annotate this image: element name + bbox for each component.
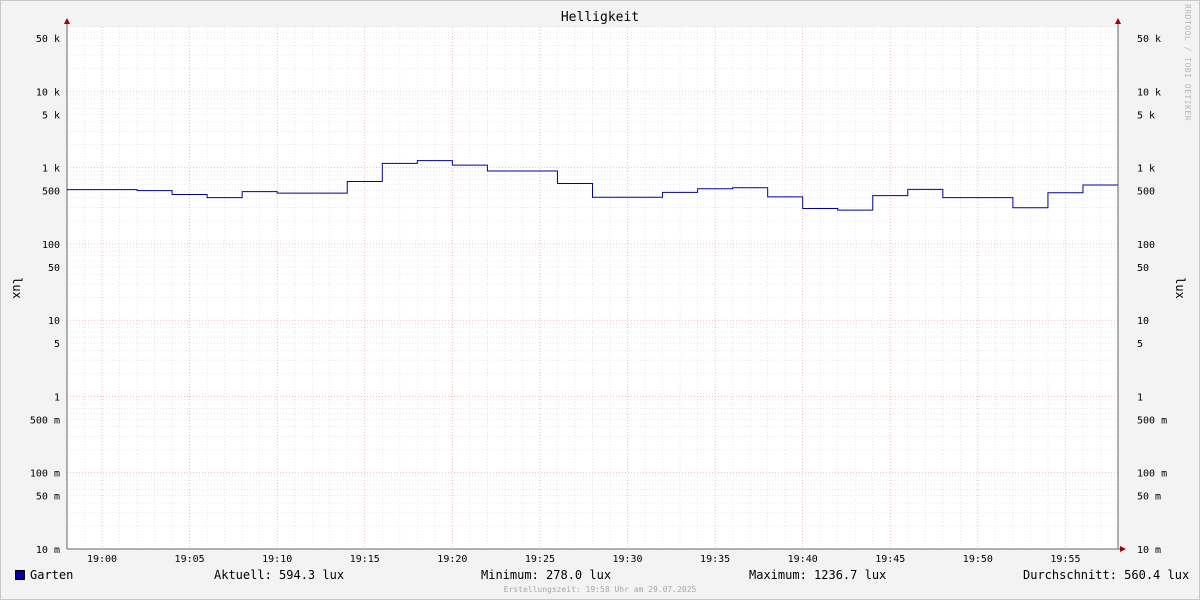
y-tick-labels-right: 50 k 10 k 5 k 1 k 500 100 50 10 5 1 500 m 100 m 50 m… bbox=[1137, 34, 1167, 556]
y-tick-label-left: 50 bbox=[48, 263, 60, 274]
legend-average: Durchschnitt: 560.4 lux bbox=[1023, 568, 1190, 582]
y-tick-label-left: 10 m bbox=[36, 545, 60, 556]
y-tick-label-left: 1 k bbox=[42, 164, 60, 175]
x-tick-label: 19:25 bbox=[525, 554, 555, 565]
y-tick-label-right: 500 m bbox=[1137, 415, 1167, 426]
legend-maximum: Maximum: 1236.7 lux bbox=[749, 568, 887, 582]
y-tick-label-left: 5 k bbox=[42, 110, 60, 121]
x-tick-label: 19:55 bbox=[1050, 554, 1080, 565]
x-axis-arrow bbox=[1120, 546, 1126, 552]
legend-row: Garten Aktuell: 594.3 lux Minimum: 278.0… bbox=[0, 568, 1200, 584]
y-tick-label-right: 50 m bbox=[1137, 492, 1161, 503]
legend-current: Aktuell: 594.3 lux bbox=[214, 568, 345, 582]
y-tick-label-left: 1 bbox=[54, 392, 60, 403]
x-tick-label: 19:50 bbox=[963, 554, 993, 565]
x-tick-label: 19:45 bbox=[875, 554, 905, 565]
legend-series-name: Garten bbox=[30, 568, 74, 582]
y-tick-label-right: 10 k bbox=[1137, 87, 1161, 98]
y-tick-label-right: 1 k bbox=[1137, 164, 1155, 175]
x-tick-label: 19:00 bbox=[87, 554, 117, 565]
y-tick-label-right: 50 bbox=[1137, 263, 1149, 274]
y-tick-label-right: 100 m bbox=[1137, 469, 1167, 480]
x-tick-labels: 19:00 19:05 19:10 19:15 19:20 19:25 19:30 19:35… bbox=[87, 554, 1081, 565]
y-tick-label-left: 5 bbox=[54, 339, 60, 350]
x-tick-label: 19:10 bbox=[262, 554, 292, 565]
y-tick-label-left: 500 m bbox=[30, 415, 60, 426]
y-tick-label-right: 10 bbox=[1137, 316, 1149, 327]
chart-svg: 50 k 10 k 5 k 1 k 500 100 50 10 5 1 500 m 100 m 50 m… bbox=[10, 18, 1187, 565]
y-tick-label-right: 5 bbox=[1137, 339, 1143, 350]
y-tick-label-right: 50 k bbox=[1137, 34, 1161, 45]
y-axis-label-left: lux bbox=[10, 277, 24, 299]
y-tick-label-right: 10 m bbox=[1137, 545, 1161, 556]
y-tick-label-right: 100 bbox=[1137, 240, 1155, 251]
rrdtool-watermark: RRDTOOL / TOBI OETIKER bbox=[1183, 4, 1192, 121]
chart-title: Helligkeit bbox=[560, 10, 640, 25]
y-tick-label-right: 1 bbox=[1137, 392, 1143, 403]
y-tick-label-right: 500 bbox=[1137, 187, 1155, 198]
x-tick-label: 19:15 bbox=[350, 554, 380, 565]
y-tick-label-left: 10 k bbox=[36, 87, 60, 98]
x-tick-label: 19:20 bbox=[437, 554, 467, 565]
y-tick-label-left: 500 bbox=[42, 187, 60, 198]
x-tick-label: 19:40 bbox=[788, 554, 818, 565]
y-tick-label-right: 5 k bbox=[1137, 110, 1155, 121]
y-tick-label-left: 100 m bbox=[30, 469, 60, 480]
x-tick-label: 19:05 bbox=[175, 554, 205, 565]
y-tick-label-left: 50 k bbox=[36, 34, 60, 45]
y-tick-label-left: 100 bbox=[42, 240, 60, 251]
x-tick-label: 19:30 bbox=[612, 554, 642, 565]
y-axis-label-right: lux bbox=[1173, 277, 1187, 299]
x-tick-label: 19:35 bbox=[700, 554, 730, 565]
y-tick-label-left: 10 bbox=[48, 316, 60, 327]
legend-minimum: Minimum: 278.0 lux bbox=[481, 568, 612, 582]
y-tick-label-left: 50 m bbox=[36, 492, 60, 503]
y-tick-labels-left: 50 k 10 k 5 k 1 k 500 100 50 10 5 1 500 m 100 m 50 m… bbox=[30, 34, 60, 556]
creation-timestamp: Erstellungszeit: 19:58 Uhr am 29.07.2025 bbox=[503, 585, 697, 594]
